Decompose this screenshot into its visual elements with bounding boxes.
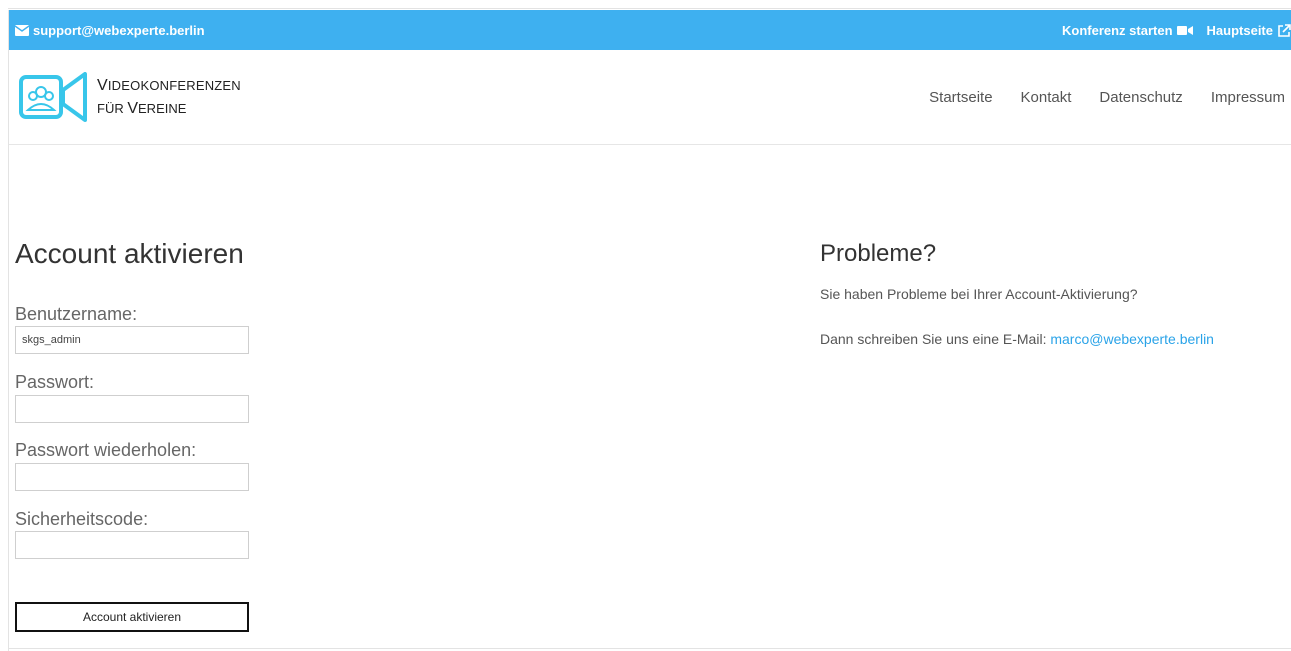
- password-input[interactable]: [15, 395, 249, 423]
- support-email-text: support@webexperte.berlin: [33, 23, 205, 38]
- start-conference-label: Konferenz starten: [1062, 23, 1173, 38]
- video-camera-icon: [1176, 26, 1193, 35]
- help-email-link[interactable]: marco@webexperte.berlin: [1050, 331, 1214, 347]
- form-title: Account aktivieren: [15, 238, 244, 269]
- security-code-label: Sicherheitscode:: [15, 509, 149, 529]
- logo-line1-cap: V: [97, 77, 108, 94]
- logo-line2-rest: EREINE: [138, 101, 187, 116]
- main-site-link[interactable]: Hauptseite: [1207, 23, 1291, 38]
- page-frame-bottom: [8, 648, 1291, 649]
- main-nav: Startseite Kontakt Datenschutz Impressum: [929, 89, 1285, 106]
- help-title: Probleme?: [820, 240, 937, 267]
- logo-line1-rest: IDEOKONFERENZEN: [107, 78, 241, 93]
- top-bar: support@webexperte.berlin Konferenz star…: [9, 10, 1291, 50]
- start-conference-link[interactable]: Konferenz starten: [1062, 23, 1193, 38]
- nav-startseite[interactable]: Startseite: [929, 89, 992, 106]
- help-text-line1: Sie haben Probleme bei Ihrer Account-Akt…: [820, 286, 1138, 302]
- site-header: VIDEOKONFERENZEN FÜR VEREINE Startseite …: [9, 50, 1291, 145]
- main-site-label: Hauptseite: [1206, 23, 1273, 38]
- logo-line2-cap: V: [127, 100, 139, 117]
- page-frame-top: [8, 8, 1291, 9]
- username-label: Benutzername:: [15, 304, 138, 324]
- help-text-line2: Dann schreiben Sie uns eine E-Mail: marc…: [820, 331, 1214, 347]
- envelope-icon: [15, 25, 29, 36]
- nav-datenschutz[interactable]: Datenschutz: [1099, 89, 1182, 106]
- logo-text: VIDEOKONFERENZEN FÜR VEREINE: [97, 74, 241, 120]
- username-input[interactable]: [15, 326, 249, 354]
- password-repeat-input[interactable]: [15, 463, 249, 491]
- password-repeat-label: Passwort wiederholen:: [15, 440, 197, 460]
- site-logo[interactable]: VIDEOKONFERENZEN FÜR VEREINE: [19, 72, 241, 122]
- top-bar-links: Konferenz starten Hauptseite: [1062, 23, 1291, 38]
- help-text-prefix: Dann schreiben Sie uns eine E-Mail:: [820, 331, 1051, 347]
- nav-impressum[interactable]: Impressum: [1211, 89, 1285, 106]
- security-code-input[interactable]: [15, 531, 249, 559]
- activate-account-button[interactable]: Account aktivieren: [15, 602, 249, 632]
- external-link-icon: [1278, 23, 1291, 37]
- logo-line2-prefix: FÜR: [97, 101, 128, 116]
- video-conference-logo-icon: [19, 72, 87, 122]
- nav-kontakt[interactable]: Kontakt: [1021, 89, 1072, 106]
- support-email-link[interactable]: support@webexperte.berlin: [15, 23, 205, 38]
- password-label: Passwort:: [15, 372, 95, 392]
